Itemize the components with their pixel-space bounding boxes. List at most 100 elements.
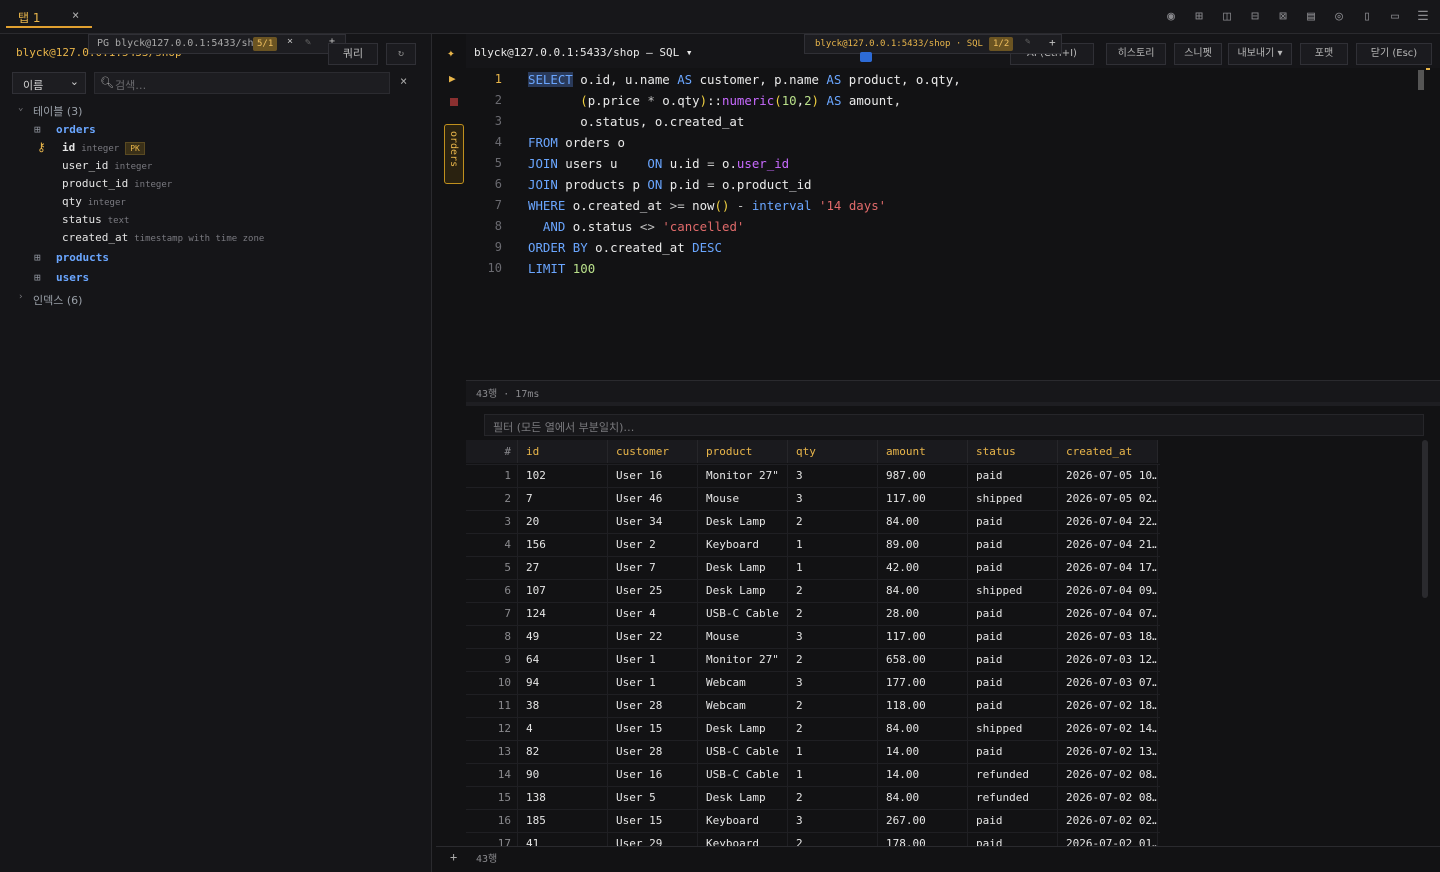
table-cell[interactable]: 2	[788, 649, 878, 672]
table-cell[interactable]: User 25	[608, 580, 698, 603]
table-cell[interactable]: Keyboard	[698, 534, 788, 557]
table-row[interactable]: 11 38 User 28 Webcam 2 118.00 paid 2026-07-02 1…	[466, 694, 1160, 718]
table-cell[interactable]: 2026-07-02 13…	[1058, 741, 1158, 764]
table-cell[interactable]: 64	[518, 649, 608, 672]
table-cell[interactable]: User 15	[608, 810, 698, 833]
table-cell[interactable]: Keyboard	[698, 810, 788, 833]
table-cell[interactable]: 3	[788, 810, 878, 833]
table-cell[interactable]: 1	[788, 764, 878, 787]
table-cell[interactable]: 27	[518, 557, 608, 580]
orders-side-tab[interactable]: orders	[444, 124, 464, 184]
table-cell[interactable]: 49	[518, 626, 608, 649]
table-cell[interactable]: 28.00	[878, 603, 968, 626]
table-cell[interactable]: 38	[518, 695, 608, 718]
close-editor-button[interactable]: 닫기 (Esc)	[1356, 43, 1432, 65]
table-cell[interactable]: 3	[788, 626, 878, 649]
table-cell[interactable]: paid	[968, 603, 1058, 626]
table-cell[interactable]: refunded	[968, 764, 1058, 787]
table-cell[interactable]: USB-C Cable	[698, 741, 788, 764]
table-cell[interactable]: User 34	[608, 511, 698, 534]
tree-item-orders[interactable]: ⊞ orders	[0, 122, 432, 140]
table-cell[interactable]: 84.00	[878, 718, 968, 741]
table-cell[interactable]: 90	[518, 764, 608, 787]
table-cell[interactable]: 2	[788, 718, 878, 741]
table-cell[interactable]: 3	[788, 488, 878, 511]
table-cell[interactable]: 2	[788, 695, 878, 718]
table-cell[interactable]: 2026-07-04 17…	[1058, 557, 1158, 580]
table-cell[interactable]: shipped	[968, 488, 1058, 511]
table-cell[interactable]: 3	[788, 672, 878, 695]
table-row[interactable]: 4 156 User 2 Keyboard 1 89.00 paid 2026-07-04 2…	[466, 533, 1160, 557]
table-cell[interactable]: 2026-07-03 12…	[1058, 649, 1158, 672]
column-header[interactable]: created_at	[1058, 440, 1158, 463]
tab-1[interactable]: 탭 1 ×	[6, 6, 92, 28]
table-cell[interactable]: Mouse	[698, 626, 788, 649]
table-cell[interactable]: USB-C Cable	[698, 764, 788, 787]
popup-close-icon[interactable]: ×	[287, 36, 293, 47]
table-cell[interactable]: 124	[518, 603, 608, 626]
table-row[interactable]: 16 185 User 15 Keyboard 3 267.00 paid 2026-07-0…	[466, 809, 1160, 833]
search-clear-icon[interactable]: ×	[400, 74, 407, 88]
results-scrollbar[interactable]	[1422, 440, 1428, 598]
menu-icon[interactable]: ☰	[1414, 8, 1432, 26]
table-row[interactable]: 14 90 User 16 USB-C Cable 1 14.00 refunded 2026…	[466, 763, 1160, 787]
pin-icon[interactable]: ✎	[1025, 37, 1030, 47]
add-row-icon[interactable]: +	[450, 850, 457, 864]
table-cell[interactable]: 156	[518, 534, 608, 557]
table-cell[interactable]: 14.00	[878, 764, 968, 787]
table-cell[interactable]: paid	[968, 695, 1058, 718]
table-cell[interactable]: 2026-07-04 09…	[1058, 580, 1158, 603]
stop-icon[interactable]	[450, 98, 458, 106]
table-row[interactable]: 13 82 User 28 USB-C Cable 1 14.00 paid 2026-07-…	[466, 740, 1160, 764]
table-cell[interactable]: User 1	[608, 649, 698, 672]
table-cell[interactable]: 1	[788, 534, 878, 557]
table-cell[interactable]: 2026-07-02 08…	[1058, 764, 1158, 787]
table-cell[interactable]: User 5	[608, 787, 698, 810]
filter-input[interactable]: 필터 (모든 열에서 부분일치)…	[484, 414, 1424, 436]
tree-column[interactable]: status text	[0, 212, 432, 230]
table-cell[interactable]: 2026-07-02 08…	[1058, 787, 1158, 810]
table-cell[interactable]: shipped	[968, 718, 1058, 741]
table-row[interactable]: 5 27 User 7 Desk Lamp 1 42.00 paid 2026-07-04 1…	[466, 556, 1160, 580]
table-cell[interactable]: 987.00	[878, 465, 968, 488]
popup-add-icon[interactable]: +	[1049, 36, 1056, 49]
table-cell[interactable]: 2026-07-03 07…	[1058, 672, 1158, 695]
table-cell[interactable]: 107	[518, 580, 608, 603]
table-cell[interactable]: 117.00	[878, 626, 968, 649]
table-row[interactable]: 8 49 User 22 Mouse 3 117.00 paid 2026-07-03 18…	[466, 625, 1160, 649]
table-cell[interactable]: 185	[518, 810, 608, 833]
table-row[interactable]: 7 124 User 4 USB-C Cable 2 28.00 paid 2026-07-0…	[466, 602, 1160, 626]
table-row[interactable]: 6 107 User 25 Desk Lamp 2 84.00 shipped 2026-07…	[466, 579, 1160, 603]
table-cell[interactable]: 2026-07-03 18…	[1058, 626, 1158, 649]
terminal-icon[interactable]: ▤	[1302, 8, 1320, 26]
tree-item-products[interactable]: ⊞ products	[0, 250, 432, 268]
table-cell[interactable]: 2	[788, 511, 878, 534]
table-cell[interactable]: Monitor 27"	[698, 465, 788, 488]
table-cell[interactable]: 102	[518, 465, 608, 488]
column-header[interactable]: id	[518, 440, 608, 463]
table-cell[interactable]: 3	[788, 465, 878, 488]
table-cell[interactable]: User 28	[608, 695, 698, 718]
format-button[interactable]: 포맷	[1300, 43, 1348, 65]
table-cell[interactable]: 2026-07-05 02…	[1058, 488, 1158, 511]
table-cell[interactable]: 84.00	[878, 580, 968, 603]
table-cell[interactable]: paid	[968, 557, 1058, 580]
table-cell[interactable]: Desk Lamp	[698, 557, 788, 580]
column-header[interactable]: status	[968, 440, 1058, 463]
table-cell[interactable]: USB-C Cable	[698, 603, 788, 626]
globe-icon[interactable]: ◎	[1330, 8, 1348, 26]
table-cell[interactable]: User 7	[608, 557, 698, 580]
new-tab-icon[interactable]: ⊞	[1190, 8, 1208, 26]
table-cell[interactable]: paid	[968, 741, 1058, 764]
tree-column[interactable]: ⚷ id integer PK	[0, 140, 432, 158]
table-cell[interactable]: 2026-07-02 18…	[1058, 695, 1158, 718]
bookmark-icon[interactable]: ▯	[1358, 8, 1376, 26]
table-cell[interactable]: 7	[518, 488, 608, 511]
table-cell[interactable]: 267.00	[878, 810, 968, 833]
tree-column[interactable]: product_id integer	[0, 176, 432, 194]
table-cell[interactable]: Webcam	[698, 672, 788, 695]
table-cell[interactable]: 658.00	[878, 649, 968, 672]
editor-title[interactable]: blyck@127.0.0.1:5433/shop — SQL ▾	[474, 46, 693, 59]
table-cell[interactable]: 2	[788, 580, 878, 603]
table-cell[interactable]: 2026-07-02 02…	[1058, 810, 1158, 833]
